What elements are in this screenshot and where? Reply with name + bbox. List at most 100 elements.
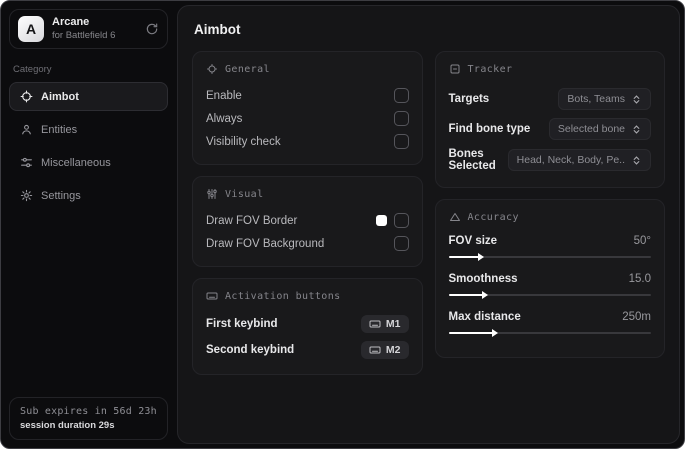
left-column: General Enable Always Visibility check V… <box>192 51 423 375</box>
keyboard-icon <box>369 344 381 356</box>
setting-label: Targets <box>448 93 490 105</box>
visual-card: Visual Draw FOV Border Draw FOV Backgrou… <box>192 176 423 267</box>
setting-label: Draw FOV Border <box>206 214 298 227</box>
app-subtitle: for Battlefield 6 <box>52 29 116 41</box>
keybind-value: M2 <box>385 344 401 356</box>
card-title: Tracker <box>467 63 513 75</box>
second-keybind-button[interactable]: M2 <box>360 341 409 359</box>
setting-label: First keybind <box>206 318 278 330</box>
fov-border-color-swatch[interactable] <box>375 215 387 226</box>
sidebar-item-label: Miscellaneous <box>41 156 111 169</box>
scan-crosshair-icon <box>206 63 218 75</box>
crosshair-icon <box>20 90 33 103</box>
max-distance-slider[interactable] <box>448 329 651 337</box>
logo-text: Arcane for Battlefield 6 <box>52 16 115 42</box>
app-window: A Arcane for Battlefield 6 Category Aimb… <box>0 0 685 449</box>
activation-card: Activation buttons First keybind M1 Seco… <box>192 278 423 375</box>
setting-label: Find bone type <box>448 123 531 135</box>
adjustments-icon <box>206 188 218 200</box>
right-column: Tracker Targets Bots, Teams Find bone ty… <box>434 51 665 358</box>
setting-label: Second keybind <box>206 344 295 356</box>
setting-row-targets: Targets Bots, Teams <box>448 84 651 114</box>
slider-label: FOV size <box>448 235 498 247</box>
card-title: Accuracy <box>467 211 519 223</box>
slider-fill <box>448 253 485 261</box>
card-title: Visual <box>225 188 264 200</box>
sidebar-item-label: Aimbot <box>41 90 79 103</box>
sidebar-item-label: Settings <box>41 189 81 202</box>
chevron-up-down-icon <box>631 94 642 105</box>
page-title: Aimbot <box>194 22 241 37</box>
card-title: General <box>225 63 270 75</box>
slider-value: 50° <box>633 235 651 247</box>
fov-size-slider[interactable] <box>448 253 651 261</box>
sliders-icon <box>20 156 33 169</box>
tracker-card: Tracker Targets Bots, Teams Find bone ty… <box>434 51 665 188</box>
card-title: Activation buttons <box>225 290 341 302</box>
always-checkbox[interactable] <box>393 111 409 126</box>
slider-label: Smoothness <box>448 273 518 285</box>
slider-value: 15.0 <box>628 273 651 285</box>
select-value: Head, Neck, Body, Pe.. <box>516 154 625 166</box>
setting-label: Always <box>206 112 243 125</box>
setting-row-first-keybind: First keybind M1 <box>206 311 409 337</box>
sub-expiry-text: Sub expires in 56d 23h <box>20 406 157 417</box>
sidebar-item-aimbot[interactable]: Aimbot <box>9 82 168 111</box>
setting-label: Bones Selected <box>448 148 496 172</box>
setting-row-bones-selected: Bones Selected Head, Neck, Body, Pe.. <box>448 144 651 176</box>
chevron-up-down-icon <box>631 155 642 166</box>
sidebar: A Arcane for Battlefield 6 Category Aimb… <box>1 1 176 448</box>
setting-row-visibility-check: Visibility check <box>206 130 409 153</box>
draw-fov-background-checkbox[interactable] <box>393 236 409 251</box>
setting-row-draw-fov-background: Draw FOV Background <box>206 232 409 255</box>
keybind-value: M1 <box>385 318 401 330</box>
find-bone-type-select[interactable]: Selected bone <box>548 118 651 140</box>
slider-fill <box>448 329 498 337</box>
fov-size-slider-group: FOV size 50° <box>448 232 651 270</box>
draw-fov-border-checkbox[interactable] <box>393 213 409 228</box>
select-value: Bots, Teams <box>567 93 625 105</box>
app-logo: A <box>18 16 44 42</box>
enable-checkbox[interactable] <box>393 88 409 103</box>
slider-fill <box>448 291 489 299</box>
smoothness-slider-group: Smoothness 15.0 <box>448 270 651 308</box>
setting-row-second-keybind: Second keybind M2 <box>206 337 409 363</box>
setting-row-find-bone-type: Find bone type Selected bone <box>448 114 651 144</box>
triangle-icon <box>449 211 461 223</box>
setting-row-draw-fov-border: Draw FOV Border <box>206 209 409 232</box>
setting-row-enable: Enable <box>206 84 409 107</box>
subscription-box: Sub expires in 56d 23h session duration … <box>9 397 168 440</box>
bones-selected-select[interactable]: Head, Neck, Body, Pe.. <box>507 149 651 171</box>
visibility-check-checkbox[interactable] <box>393 134 409 149</box>
main-panel: Aimbot General Enable Always Visibility … <box>177 5 680 444</box>
setting-row-always: Always <box>206 107 409 130</box>
general-card: General Enable Always Visibility check <box>192 51 423 165</box>
accuracy-card: Accuracy FOV size 50° Smoothness 15.0 Ma… <box>434 199 665 358</box>
keyboard-icon <box>206 290 218 302</box>
logo-card: A Arcane for Battlefield 6 <box>9 9 168 49</box>
sidebar-nav: Aimbot Entities Miscellaneous Settings <box>9 82 168 210</box>
setting-label: Draw FOV Background <box>206 237 325 250</box>
slider-label: Max distance <box>448 311 521 323</box>
sidebar-item-settings[interactable]: Settings <box>9 181 168 210</box>
session-duration-text: session duration 29s <box>20 420 115 431</box>
category-label: Category <box>13 64 52 75</box>
max-distance-slider-group: Max distance 250m <box>448 308 651 346</box>
smoothness-slider[interactable] <box>448 291 651 299</box>
targets-select[interactable]: Bots, Teams <box>558 88 651 110</box>
first-keybind-button[interactable]: M1 <box>360 315 409 333</box>
person-icon <box>20 123 33 136</box>
slider-value: 250m <box>622 311 651 323</box>
box-minus-icon <box>449 63 461 75</box>
sidebar-item-label: Entities <box>41 123 78 136</box>
setting-label: Visibility check <box>206 135 281 148</box>
app-title: Arcane <box>52 16 90 29</box>
sidebar-item-entities[interactable]: Entities <box>9 115 168 144</box>
refresh-icon[interactable] <box>145 22 159 36</box>
sidebar-item-miscellaneous[interactable]: Miscellaneous <box>9 148 168 177</box>
gear-icon <box>20 189 33 202</box>
keyboard-icon <box>369 318 381 330</box>
select-value: Selected bone <box>557 123 625 135</box>
setting-label: Enable <box>206 89 242 102</box>
